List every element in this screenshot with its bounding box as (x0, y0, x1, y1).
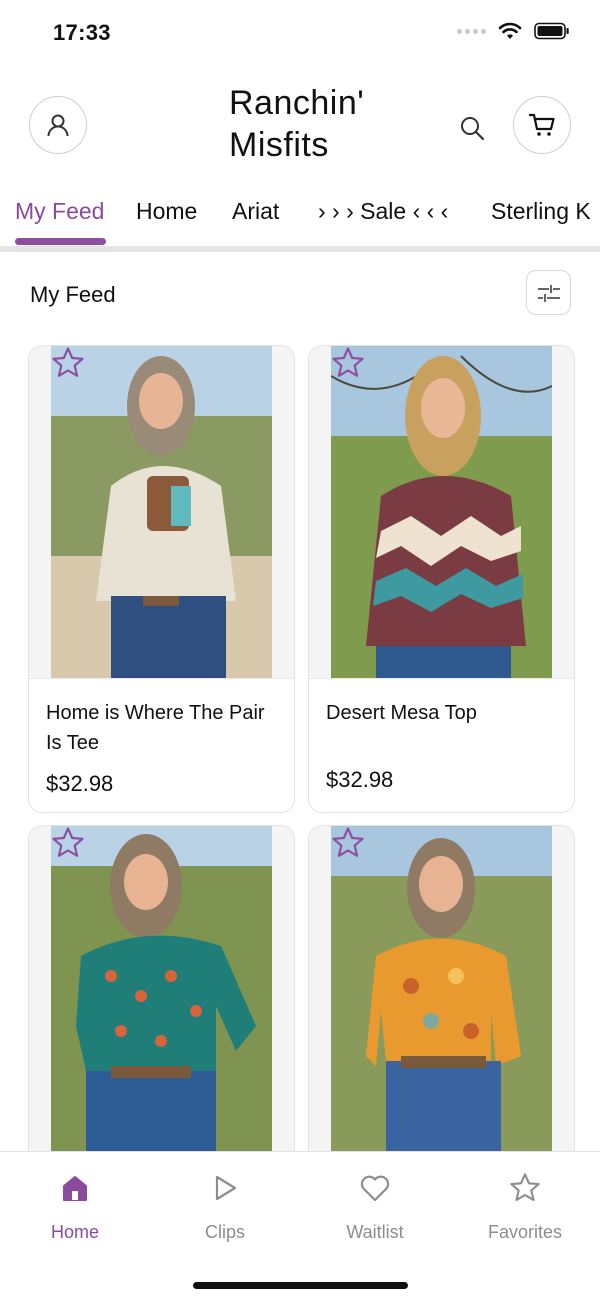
tab-sterling-k[interactable]: Sterling K (491, 198, 591, 225)
product-photo (51, 346, 272, 678)
play-icon (215, 1175, 237, 1201)
favorite-star-icon[interactable] (51, 826, 85, 860)
feed-title: My Feed (30, 282, 116, 307)
product-name[interactable]: Home is Where The Pair Is Tee (46, 698, 276, 758)
product-name[interactable]: Desert Mesa Top (326, 698, 556, 728)
product-card[interactable]: Desert Mesa Top $32.98 (308, 345, 575, 813)
status-bar: 17:33 (0, 0, 600, 66)
brand-name[interactable]: Ranchin' Misfits (229, 82, 364, 166)
nav-home[interactable]: Home (15, 1168, 135, 1243)
product-price: $32.98 (326, 767, 394, 792)
cart-icon (528, 113, 555, 136)
favorite-star-icon[interactable] (331, 346, 365, 380)
product-image[interactable] (29, 826, 294, 1184)
battery-icon (534, 22, 569, 40)
product-price: $32.98 (46, 771, 114, 796)
signal-icon (457, 28, 486, 34)
product-image[interactable] (309, 346, 574, 679)
cart-button[interactable] (513, 96, 571, 154)
heart-icon (360, 1175, 390, 1202)
active-tab-indicator (15, 238, 106, 245)
nav-waitlist[interactable]: Waitlist (315, 1168, 435, 1243)
product-image[interactable] (29, 346, 294, 679)
tab-my-feed[interactable]: My Feed (15, 198, 104, 225)
tab-ariat[interactable]: Ariat (232, 198, 279, 225)
sliders-icon (537, 284, 560, 302)
product-card[interactable] (308, 825, 575, 1185)
tab-home[interactable]: Home (136, 198, 197, 225)
search-button[interactable] (452, 108, 492, 148)
nav-label: Home (50, 1222, 99, 1242)
product-photo (331, 346, 552, 678)
user-icon (47, 114, 69, 137)
filter-button[interactable] (526, 270, 571, 315)
star-icon (510, 1173, 540, 1202)
nav-label: Clips (204, 1222, 245, 1242)
nav-label: Favorites (487, 1222, 563, 1242)
favorite-star-icon[interactable] (51, 346, 85, 380)
nav-clips[interactable]: Clips (165, 1168, 285, 1243)
category-tabs: My Feed Home Ariat › › › Sale ‹ ‹ ‹ Ster… (0, 186, 600, 248)
tab-sale[interactable]: › › › Sale ‹ ‹ ‹ (318, 198, 448, 225)
account-button[interactable] (29, 96, 87, 154)
tabs-divider (0, 246, 600, 252)
product-image[interactable] (309, 826, 574, 1184)
product-photo (331, 826, 552, 1184)
home-indicator[interactable] (193, 1282, 408, 1289)
status-time: 17:33 (53, 20, 111, 45)
search-icon (461, 117, 485, 141)
wifi-icon (498, 22, 522, 39)
bottom-nav: Home Clips Waitlist Favorites (0, 1151, 600, 1299)
nav-label: Waitlist (346, 1222, 404, 1242)
favorite-star-icon[interactable] (331, 826, 365, 860)
app-header: Ranchin' Misfits (0, 66, 600, 186)
product-photo (51, 826, 272, 1184)
status-icons (457, 22, 570, 40)
nav-favorites[interactable]: Favorites (465, 1168, 585, 1243)
home-icon (63, 1176, 87, 1201)
product-card[interactable] (28, 825, 295, 1185)
product-card[interactable]: Home is Where The Pair Is Tee $32.98 (28, 345, 295, 813)
